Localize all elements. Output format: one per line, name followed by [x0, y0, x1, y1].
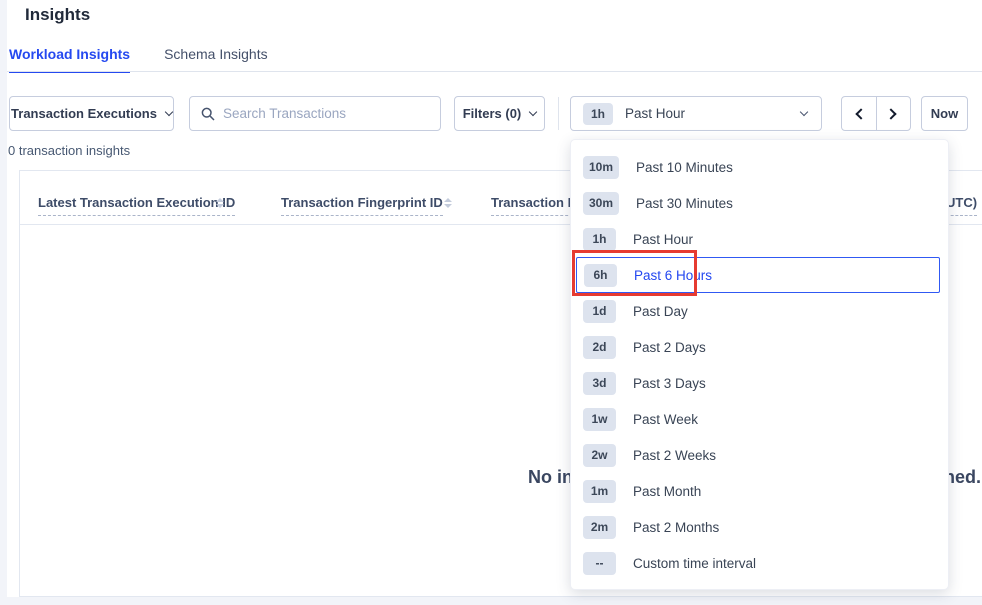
time-option-badge: 3d	[583, 372, 616, 395]
time-option-past-2-months[interactable]: 2m Past 2 Months	[571, 509, 948, 545]
time-option-label: Past Month	[633, 484, 701, 499]
time-option-label: Past 2 Months	[633, 520, 719, 535]
time-option-past-10-minutes[interactable]: 10m Past 10 Minutes	[571, 149, 948, 185]
time-option-badge: 1h	[583, 228, 616, 251]
transaction-type-label: Transaction Executions	[11, 106, 157, 121]
previous-interval-button[interactable]	[842, 97, 877, 130]
time-option-badge: 2d	[583, 336, 616, 359]
time-option-label: Custom time interval	[633, 556, 756, 571]
filters-button[interactable]: Filters (0)	[454, 96, 545, 131]
time-option-past-3-days[interactable]: 3d Past 3 Days	[571, 365, 948, 401]
next-interval-button[interactable]	[877, 97, 911, 130]
tab-workload-insights[interactable]: Workload Insights	[9, 46, 130, 73]
toolbar-divider	[558, 97, 559, 130]
insights-count: 0 transaction insights	[8, 143, 130, 158]
time-nav-group	[841, 96, 911, 131]
time-option-past-week[interactable]: 1w Past Week	[571, 401, 948, 437]
time-option-badge: 6h	[584, 264, 617, 287]
search-input[interactable]	[223, 106, 440, 121]
time-option-badge: 2m	[583, 516, 616, 539]
time-option-badge: 1d	[583, 300, 616, 323]
insights-page: Insights Workload Insights Schema Insight…	[0, 0, 982, 605]
time-option-past-month[interactable]: 1m Past Month	[571, 473, 948, 509]
chevron-down-icon	[800, 108, 808, 116]
time-option-label: Past 6 Hours	[634, 268, 712, 283]
time-option-label: Past Day	[633, 304, 688, 319]
time-option-badge: 2w	[583, 444, 616, 467]
sort-icon[interactable]	[216, 198, 224, 208]
now-label: Now	[931, 106, 958, 121]
time-option-label: Past 3 Days	[633, 376, 706, 391]
time-option-label: Past 2 Days	[633, 340, 706, 355]
time-option-badge: 1m	[583, 480, 616, 503]
chevron-down-icon	[529, 108, 537, 116]
time-interval-dropdown: 10m Past 10 Minutes 30m Past 30 Minutes 1h Pa…	[570, 139, 949, 590]
page-title: Insights	[25, 5, 90, 25]
time-option-past-6-hours[interactable]: 6h Past 6 Hours	[576, 257, 940, 293]
filters-label: Filters (0)	[463, 106, 522, 121]
time-interval-badge: 1h	[583, 103, 613, 125]
column-header[interactable]: Latest Transaction Execution ID	[38, 195, 235, 216]
time-option-past-2-days[interactable]: 2d Past 2 Days	[571, 329, 948, 365]
time-option-badge: --	[583, 552, 616, 575]
sort-icon[interactable]	[444, 198, 452, 208]
tab-schema-insights[interactable]: Schema Insights	[164, 46, 268, 73]
tab-divider	[7, 71, 982, 72]
column-header-utc-fragment: UTC)	[946, 195, 977, 216]
transaction-type-select[interactable]: Transaction Executions	[9, 96, 174, 131]
time-option-past-hour[interactable]: 1h Past Hour	[571, 221, 948, 257]
time-option-past-day[interactable]: 1d Past Day	[571, 293, 948, 329]
time-option-badge: 1w	[583, 408, 616, 431]
time-interval-select[interactable]: 1h Past Hour	[570, 96, 822, 131]
now-button[interactable]: Now	[921, 96, 968, 131]
time-option-label: Past 2 Weeks	[633, 448, 716, 463]
empty-state-text-fragment: No in	[528, 467, 573, 488]
chevron-down-icon	[165, 108, 173, 116]
search-icon	[201, 107, 215, 121]
column-header[interactable]: Transaction Fingerprint ID	[281, 195, 443, 216]
time-option-past-2-weeks[interactable]: 2w Past 2 Weeks	[571, 437, 948, 473]
empty-state-text-fragment: ned.	[944, 467, 981, 488]
time-interval-label: Past Hour	[625, 106, 685, 121]
time-option-past-30-minutes[interactable]: 30m Past 30 Minutes	[571, 185, 948, 221]
time-option-label: Past 30 Minutes	[636, 196, 733, 211]
time-option-label: Past Week	[633, 412, 698, 427]
time-option-label: Past 10 Minutes	[636, 160, 733, 175]
search-box[interactable]	[189, 96, 441, 131]
time-option-custom-time-interval[interactable]: -- Custom time interval	[571, 545, 948, 581]
chevron-right-icon	[886, 108, 897, 119]
chevron-left-icon	[855, 108, 866, 119]
tab-bar: Workload Insights Schema Insights	[9, 46, 268, 73]
time-option-badge: 10m	[583, 156, 619, 179]
time-option-badge: 30m	[583, 192, 619, 215]
time-option-label: Past Hour	[633, 232, 693, 247]
